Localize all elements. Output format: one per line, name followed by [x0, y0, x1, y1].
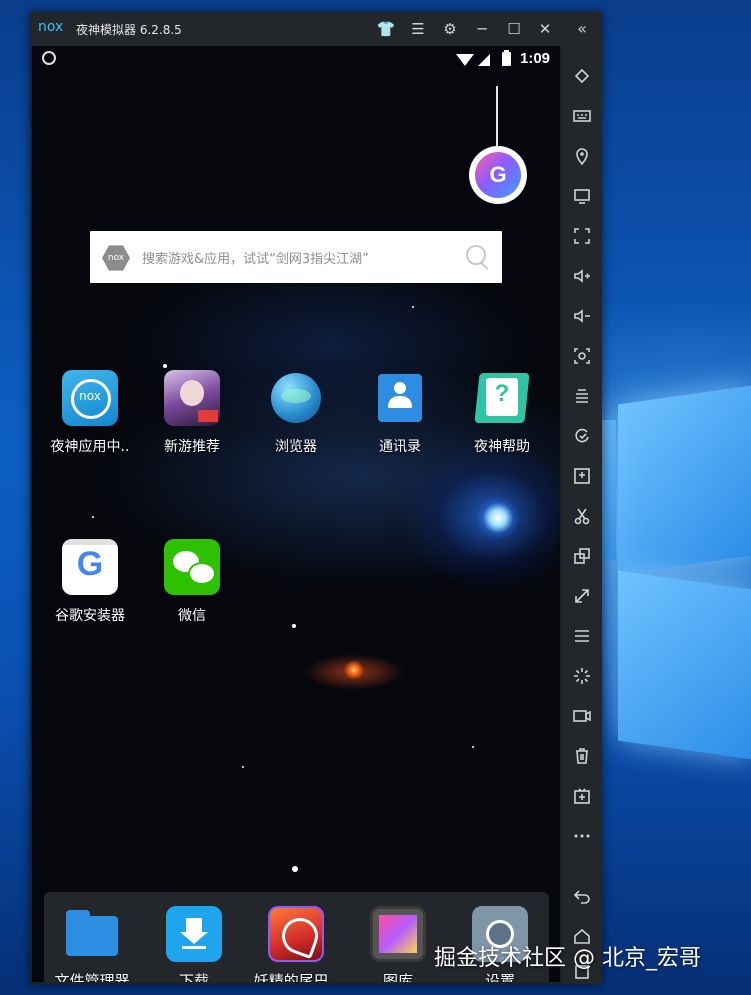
android-screen[interactable]: 1:09 G nox 搜索游戏&应用，试试“剑网3指尖江湖” nox 夜神应用中…: [32, 46, 560, 982]
app-label: 夜神应用中..: [50, 439, 130, 455]
watermark: 掘金技术社区 @ 北京_宏哥: [434, 946, 701, 971]
app-browser[interactable]: 浏览器: [246, 370, 346, 456]
shake-icon[interactable]: [570, 664, 594, 688]
menu-icon[interactable]: ☰: [407, 18, 429, 40]
tool-sidebar: [562, 46, 602, 984]
app-label: 妖精的尾巴..: [253, 972, 339, 982]
window-title: 夜神模拟器 6.2.8.5: [76, 23, 182, 37]
contacts-icon: [372, 370, 428, 426]
floating-assistant-bubble[interactable]: G: [469, 146, 527, 204]
battery-icon: [502, 50, 511, 66]
screenshot-icon[interactable]: [570, 344, 594, 368]
apk-icon[interactable]: [570, 784, 594, 808]
desktop-windows-logo-pane: [618, 385, 751, 575]
minimize-icon[interactable]: ─: [471, 18, 493, 40]
floating-bubble-tether: [496, 86, 498, 148]
nox-status-icon: [42, 51, 56, 65]
nox-logo: nox: [38, 19, 64, 35]
multi-instance-icon[interactable]: [570, 384, 594, 408]
maximize-icon[interactable]: ☐: [503, 18, 525, 40]
desktop-windows-logo-pane: [602, 420, 616, 560]
delete-icon[interactable]: [570, 744, 594, 768]
new-game-icon: [164, 370, 220, 426]
app-label: 夜神帮助: [474, 439, 530, 455]
help-icon: ?: [474, 370, 530, 426]
star-decoration: [472, 746, 474, 748]
search-icon[interactable]: [466, 245, 486, 265]
app-label: 谷歌安装器: [55, 608, 125, 624]
gallery-icon: [370, 906, 426, 962]
nox-store-icon: nox: [62, 370, 118, 426]
app-wechat[interactable]: 微信: [142, 539, 242, 625]
settings-icon[interactable]: ⚙: [439, 18, 461, 40]
sidebar-collapse-icon[interactable]: «: [562, 12, 602, 46]
ellipsis-icon[interactable]: [570, 824, 594, 848]
screen-icon[interactable]: [570, 184, 594, 208]
close-icon[interactable]: ✕: [534, 18, 556, 40]
location-icon[interactable]: [570, 144, 594, 168]
emulator-window: nox 夜神模拟器 6.2.8.5 👕 ☰ ⚙ ─ ☐ ✕ « 1:09 G n…: [30, 12, 602, 984]
browser-icon: [268, 370, 324, 426]
record-icon[interactable]: [570, 704, 594, 728]
dock-app-download[interactable]: 下载: [144, 906, 244, 982]
multi-window-icon[interactable]: [570, 544, 594, 568]
app-label: 图库: [382, 972, 413, 982]
search-bar[interactable]: nox 搜索游戏&应用，试试“剑网3指尖江湖”: [90, 231, 502, 283]
app-nox-store[interactable]: nox 夜神应用中..: [40, 370, 140, 456]
status-bar: 1:09: [32, 46, 560, 72]
more-menu-icon[interactable]: [570, 624, 594, 648]
google-installer-icon: G: [62, 539, 118, 595]
page-indicator: [292, 866, 298, 872]
keyboard-icon[interactable]: [570, 104, 594, 128]
back-icon[interactable]: [570, 884, 594, 908]
nox-search-logo-icon: nox: [102, 245, 130, 271]
app-contacts[interactable]: 通讯录: [350, 370, 450, 456]
search-placeholder: 搜索游戏&应用，试试“剑网3指尖江湖”: [142, 252, 369, 267]
desktop-windows-logo-pane: [618, 570, 751, 760]
scale-icon[interactable]: [570, 584, 594, 608]
scissors-icon[interactable]: [570, 504, 594, 528]
app-label: 下载: [178, 972, 209, 982]
emulator-titlebar[interactable]: nox 夜神模拟器 6.2.8.5 👕 ☰ ⚙ ─ ☐ ✕: [30, 12, 562, 46]
status-time: 1:09: [520, 50, 551, 67]
wechat-icon: [164, 539, 220, 595]
star-decoration: [92, 516, 94, 518]
download-icon: [166, 906, 222, 962]
dock-app-gallery[interactable]: 图库: [348, 906, 448, 982]
dock-app-file-manager[interactable]: 文件管理器: [42, 906, 142, 982]
app-label: 微信: [178, 608, 206, 624]
star-decoration: [163, 364, 167, 368]
star-decoration: [412, 306, 414, 308]
app-google-installer[interactable]: G 谷歌安装器: [40, 539, 140, 625]
app-nox-help[interactable]: ? 夜神帮助: [452, 370, 552, 456]
volume-up-icon[interactable]: [570, 264, 594, 288]
app-label: 浏览器: [275, 439, 317, 455]
skin-icon[interactable]: 👕: [375, 18, 397, 40]
sync-icon[interactable]: [570, 424, 594, 448]
app-label: 文件管理器: [54, 972, 130, 982]
fps-icon[interactable]: [570, 464, 594, 488]
signal-icon: [478, 54, 490, 66]
dock-app-fairy-tail[interactable]: 妖精的尾巴..: [246, 906, 346, 982]
star-decoration: [242, 766, 244, 768]
app-new-games[interactable]: 新游推荐: [142, 370, 242, 456]
volume-down-icon[interactable]: [570, 304, 594, 328]
fullscreen-icon[interactable]: [570, 224, 594, 248]
file-manager-icon: [64, 906, 120, 962]
star-decoration: [292, 624, 296, 628]
app-label: 新游推荐: [164, 439, 220, 455]
rotate-icon[interactable]: [570, 64, 594, 88]
fairy-tail-icon: [268, 906, 324, 962]
app-label: 通讯录: [379, 439, 421, 455]
wifi-icon: [456, 54, 474, 66]
bubble-g-icon: G: [489, 162, 507, 187]
